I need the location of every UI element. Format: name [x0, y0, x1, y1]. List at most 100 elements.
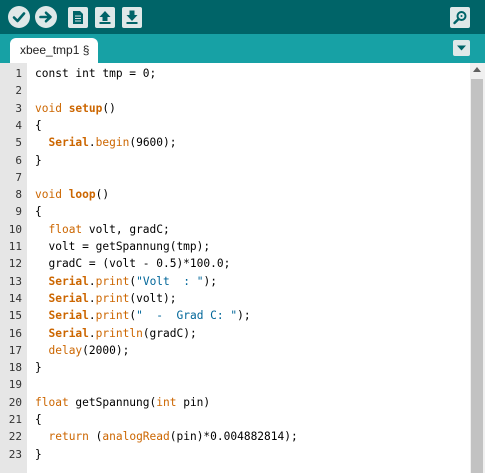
- code-token: .: [88, 291, 96, 305]
- code-token: Serial: [48, 136, 89, 150]
- line-number: 6: [15, 153, 22, 167]
- code-token: );: [203, 274, 217, 288]
- code-token: Serial: [48, 291, 89, 305]
- code-token: (9600);: [129, 136, 177, 150]
- code-line: void setup(): [35, 100, 116, 117]
- toolbar: [0, 0, 485, 34]
- open-button[interactable]: [95, 7, 115, 28]
- line-number: 8: [15, 188, 22, 202]
- code-token: Serial: [48, 274, 89, 288]
- code-token: }: [35, 447, 42, 461]
- line-number: 15: [8, 309, 22, 323]
- save-button[interactable]: [122, 7, 142, 28]
- line-number: 11: [8, 240, 22, 253]
- code-token: print: [95, 309, 130, 323]
- code-token: delay: [48, 343, 83, 357]
- line-number: 17: [8, 343, 22, 357]
- new-sketch-button[interactable]: [68, 7, 88, 28]
- code-token: (: [88, 430, 103, 444]
- code-token: .: [88, 274, 96, 288]
- line-number-gutter: 1 2 3 4 5 6 7 8 9 10 11 12 13 14 15 16 17 18 19 20 21 22 23: [0, 63, 27, 473]
- line-number: 3: [15, 101, 22, 115]
- tab-label: xbee_tmp1 §: [20, 43, 90, 57]
- code-token: }: [35, 153, 42, 167]
- code-token: "Volt : ": [136, 274, 204, 288]
- code-token: pin): [176, 395, 211, 409]
- verify-button[interactable]: [8, 6, 30, 28]
- code-line: {: [35, 203, 42, 220]
- line-number: 2: [15, 84, 22, 98]
- save-arrow-down-icon: [126, 10, 138, 24]
- line-number: 7: [15, 170, 22, 184]
- tab-menu-button[interactable]: [453, 40, 470, 56]
- code-token: {: [35, 118, 42, 132]
- code-token: .: [88, 326, 96, 340]
- code-line: gradC = (volt - 0.5)*100.0;: [35, 255, 230, 272]
- code-token: print: [95, 274, 130, 288]
- line-number: 5: [15, 136, 22, 150]
- code-token: volt, gradC;: [82, 222, 170, 236]
- line-number: 21: [8, 413, 22, 426]
- code-line: }: [35, 446, 42, 463]
- line-number: 23: [8, 447, 22, 461]
- code-token: {: [35, 205, 42, 219]
- line-number: 18: [8, 361, 22, 375]
- tab-xbee-tmp1[interactable]: xbee_tmp1 §: [10, 38, 98, 63]
- code-token: (gradC);: [142, 326, 197, 340]
- vertical-scrollbar[interactable]: [470, 63, 485, 473]
- line-number: 10: [8, 222, 22, 236]
- line-number: 19: [8, 378, 22, 392]
- line-number: 14: [8, 291, 22, 305]
- code-line: {: [35, 117, 42, 134]
- code-line: }: [35, 152, 42, 169]
- code-line: void loop(): [35, 186, 109, 203]
- scrollbar-thumb[interactable]: [471, 79, 483, 473]
- code-token: Serial: [48, 326, 89, 340]
- code-token: .: [88, 309, 96, 323]
- code-token: begin: [95, 136, 130, 150]
- code-token: {: [35, 413, 42, 426]
- code-line: Serial.print("Volt : ");: [35, 273, 217, 290]
- code-token: " - Grad C: ": [136, 309, 238, 323]
- code-token: tmp = 0;: [95, 67, 157, 80]
- arrow-right-icon: [39, 11, 52, 23]
- tab-bar: xbee_tmp1 §: [0, 34, 485, 63]
- code-token: Serial: [48, 309, 89, 323]
- code-line: Serial.begin(9600);: [35, 134, 177, 151]
- scroll-up-arrow-icon[interactable]: [473, 67, 481, 72]
- code-line: const int tmp = 0;: [35, 65, 156, 82]
- code-token: }: [35, 361, 42, 375]
- line-number: 16: [8, 326, 22, 340]
- code-token: gradC = (volt - 0.5)*100.0;: [35, 257, 231, 271]
- upload-button[interactable]: [35, 6, 57, 28]
- code-token: void: [35, 101, 69, 115]
- magnifier-icon: [453, 11, 467, 25]
- code-line: volt = getSpannung(tmp);: [35, 238, 210, 255]
- chevron-down-icon: [457, 45, 466, 51]
- open-arrow-up-icon: [99, 11, 111, 24]
- new-file-icon: [73, 11, 83, 24]
- checkmark-icon: [12, 12, 26, 23]
- code-token: analogRead: [102, 430, 170, 444]
- code-line: float getSpannung(int pin): [35, 394, 210, 411]
- code-token: return: [48, 430, 89, 444]
- line-number: 4: [15, 118, 22, 132]
- code-token: float: [48, 222, 83, 236]
- code-token: void: [35, 188, 69, 202]
- line-number: 12: [8, 257, 22, 271]
- line-number: 20: [8, 395, 22, 409]
- code-line: float volt, gradC;: [35, 221, 170, 238]
- code-token: (): [95, 188, 110, 202]
- line-number: 9: [15, 205, 22, 219]
- code-editor[interactable]: const int tmp = 0; void setup(){ Serial.b…: [27, 63, 470, 473]
- code-token: println: [95, 326, 143, 340]
- code-token: print: [95, 291, 130, 305]
- serial-monitor-button[interactable]: [450, 7, 470, 28]
- code-token: setup: [68, 101, 103, 115]
